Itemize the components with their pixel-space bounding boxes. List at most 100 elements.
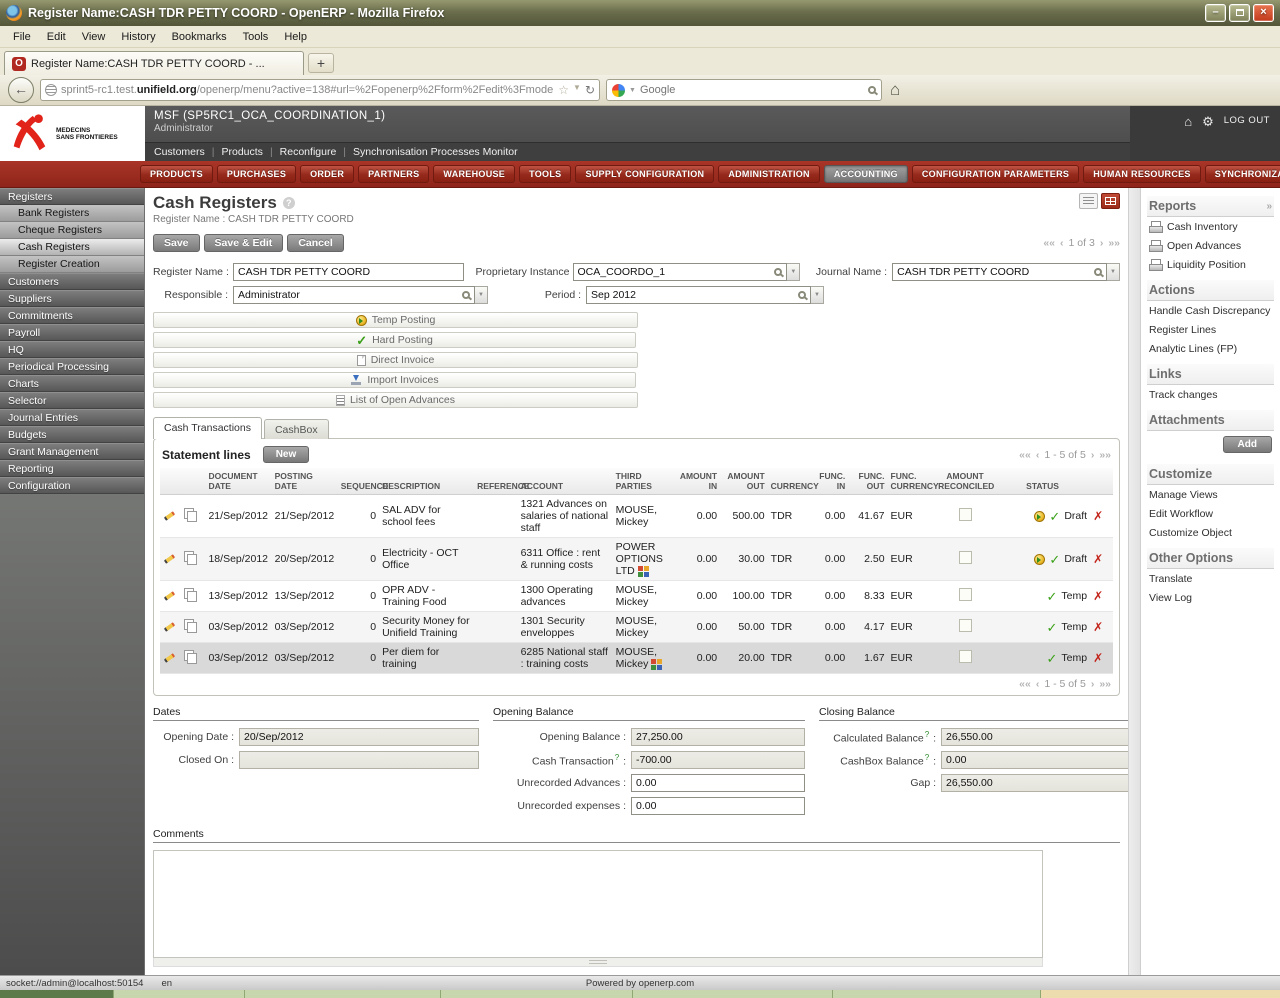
rightbar-item-handle-cash-discrepancy[interactable]: Handle Cash Discrepancy	[1147, 301, 1274, 320]
nav-products[interactable]: PRODUCTS	[140, 165, 213, 183]
pager-first-icon[interactable]: ««	[1019, 678, 1031, 690]
delete-cell[interactable]: ✗	[1090, 537, 1113, 582]
sidebar-item-register-creation[interactable]: Register Creation	[0, 256, 144, 273]
edit-pencil-icon[interactable]	[163, 509, 177, 521]
cell-rec[interactable]	[935, 537, 995, 582]
sidebar-item-periodical-processing[interactable]: Periodical Processing	[0, 358, 144, 375]
title-help-icon[interactable]: ?	[282, 197, 295, 209]
journal-name-dropdown-icon[interactable]: ▼	[1106, 263, 1120, 281]
help-icon[interactable]: ?	[615, 753, 619, 762]
duplicate-cell[interactable]	[180, 611, 206, 644]
taskbar-segment[interactable]	[441, 990, 633, 998]
delete-cell[interactable]: ✗	[1090, 611, 1113, 644]
pager-last-icon[interactable]: »»	[1099, 678, 1111, 690]
nav-order[interactable]: ORDER	[300, 165, 355, 183]
reconcile-checkbox[interactable]	[958, 551, 972, 565]
pager-last-icon[interactable]: »»	[1108, 237, 1120, 249]
nav-administration[interactable]: ADMINISTRATION	[718, 165, 820, 183]
link-products[interactable]: Products	[222, 146, 263, 158]
duplicate-icon[interactable]	[183, 619, 197, 634]
hard-posting-button[interactable]: ✓ Hard Posting	[153, 332, 636, 348]
reload-icon[interactable]: ↻	[585, 83, 595, 97]
rightbar-item-liquidity-position[interactable]: Liquidity Position	[1147, 255, 1274, 274]
pager-prev-icon[interactable]: ‹	[1060, 237, 1064, 249]
new-tab-button[interactable]: +	[308, 53, 334, 73]
tab-cash-transactions[interactable]: Cash Transactions	[153, 417, 262, 439]
link-sync-monitor[interactable]: Synchronisation Processes Monitor	[353, 146, 518, 158]
delete-icon[interactable]: ✗	[1093, 620, 1103, 634]
pager-prev-icon[interactable]: ‹	[1036, 449, 1040, 461]
duplicate-icon[interactable]	[183, 588, 197, 603]
list-view-icon[interactable]	[1079, 193, 1098, 209]
pager-next-icon[interactable]: ›	[1091, 449, 1095, 461]
delete-cell[interactable]: ✗	[1090, 494, 1113, 538]
rightbar-item-analytic-lines-fp[interactable]: Analytic Lines (FP)	[1147, 339, 1274, 358]
sidebar-item-selector[interactable]: Selector	[0, 392, 144, 409]
delete-icon[interactable]: ✗	[1093, 552, 1103, 566]
nav-human-resources[interactable]: HUMAN RESOURCES	[1083, 165, 1201, 183]
tab-cashbox[interactable]: CashBox	[263, 419, 329, 439]
search-bar[interactable]: ▼	[606, 79, 882, 101]
main-scrollbar[interactable]	[1128, 188, 1141, 975]
menu-bookmarks[interactable]: Bookmarks	[165, 29, 234, 45]
save-button[interactable]: Save	[153, 234, 200, 252]
proprietary-instance-field[interactable]: OCA_COORDO_1	[572, 263, 788, 281]
edit-pencil-icon[interactable]	[163, 620, 177, 632]
menu-file[interactable]: File	[6, 29, 38, 45]
taskbar-segment[interactable]	[833, 990, 1041, 998]
reconcile-checkbox[interactable]	[958, 588, 972, 602]
edit-pencil-icon[interactable]	[163, 552, 177, 564]
sidebar-item-budgets[interactable]: Budgets	[0, 426, 144, 443]
logout-button[interactable]: LOG OUT	[1224, 115, 1270, 126]
pager-next-icon[interactable]: ›	[1100, 237, 1104, 249]
nav-tools[interactable]: TOOLS	[519, 165, 572, 183]
proprietary-instance-dropdown-icon[interactable]: ▼	[787, 263, 801, 281]
nav-purchases[interactable]: PURCHASES	[216, 165, 297, 183]
duplicate-icon[interactable]	[183, 508, 197, 522]
restore-button[interactable]	[1229, 4, 1250, 22]
edit-cell[interactable]	[160, 642, 181, 675]
menu-tools[interactable]: Tools	[236, 29, 276, 45]
menu-history[interactable]: History	[114, 29, 162, 45]
taskbar-segment[interactable]	[245, 990, 441, 998]
duplicate-icon[interactable]	[183, 551, 197, 566]
rightbar-item-open-advances[interactable]: Open Advances	[1147, 236, 1274, 255]
direct-invoice-button[interactable]: Direct Invoice	[153, 352, 638, 368]
sidebar-item-cheque-registers[interactable]: Cheque Registers	[0, 222, 144, 239]
cell-rec[interactable]	[935, 642, 995, 675]
search-engine-dropdown-icon[interactable]: ▼	[629, 87, 636, 94]
sidebar-item-configuration[interactable]: Configuration	[0, 477, 144, 494]
sidebar-item-cash-registers[interactable]: Cash Registers	[0, 239, 144, 256]
duplicate-icon[interactable]	[183, 650, 197, 665]
search-input[interactable]	[639, 84, 864, 96]
delete-cell[interactable]: ✗	[1090, 642, 1113, 675]
rightbar-item-translate[interactable]: Translate	[1147, 569, 1274, 588]
sidebar-item-hq[interactable]: HQ	[0, 341, 144, 358]
cell-rec[interactable]	[935, 611, 995, 644]
pager-first-icon[interactable]: ««	[1043, 237, 1055, 249]
new-line-button[interactable]: New	[262, 446, 310, 463]
lookup-icon[interactable]	[1093, 268, 1102, 276]
period-field[interactable]: Sep 2012	[586, 286, 811, 304]
reconcile-checkbox[interactable]	[958, 619, 972, 633]
duplicate-cell[interactable]	[180, 580, 206, 613]
rightbar-item-register-lines[interactable]: Register Lines	[1147, 320, 1274, 339]
close-button[interactable]: ×	[1253, 4, 1274, 22]
duplicate-cell[interactable]	[180, 494, 206, 538]
sidebar-item-bank-registers[interactable]: Bank Registers	[0, 205, 144, 222]
third-party-icon[interactable]	[637, 565, 650, 577]
link-customers[interactable]: Customers	[154, 146, 205, 158]
delete-cell[interactable]: ✗	[1090, 580, 1113, 613]
sidebar-item-charts[interactable]: Charts	[0, 375, 144, 392]
reconcile-checkbox[interactable]	[958, 508, 972, 521]
comments-textarea[interactable]	[153, 850, 1043, 959]
nav-synchronization[interactable]: SYNCHRONIZATION	[1204, 165, 1280, 183]
nav-partners[interactable]: PARTNERS	[358, 165, 430, 183]
help-icon[interactable]: ?	[925, 753, 929, 762]
unrecorded-expenses-field[interactable]	[631, 797, 805, 816]
register-name-field[interactable]	[233, 263, 465, 281]
duplicate-cell[interactable]	[180, 642, 206, 675]
reconcile-checkbox[interactable]	[958, 650, 972, 664]
sidebar-item-journal-entries[interactable]: Journal Entries	[0, 409, 144, 426]
taskbar-segment[interactable]	[0, 990, 114, 998]
